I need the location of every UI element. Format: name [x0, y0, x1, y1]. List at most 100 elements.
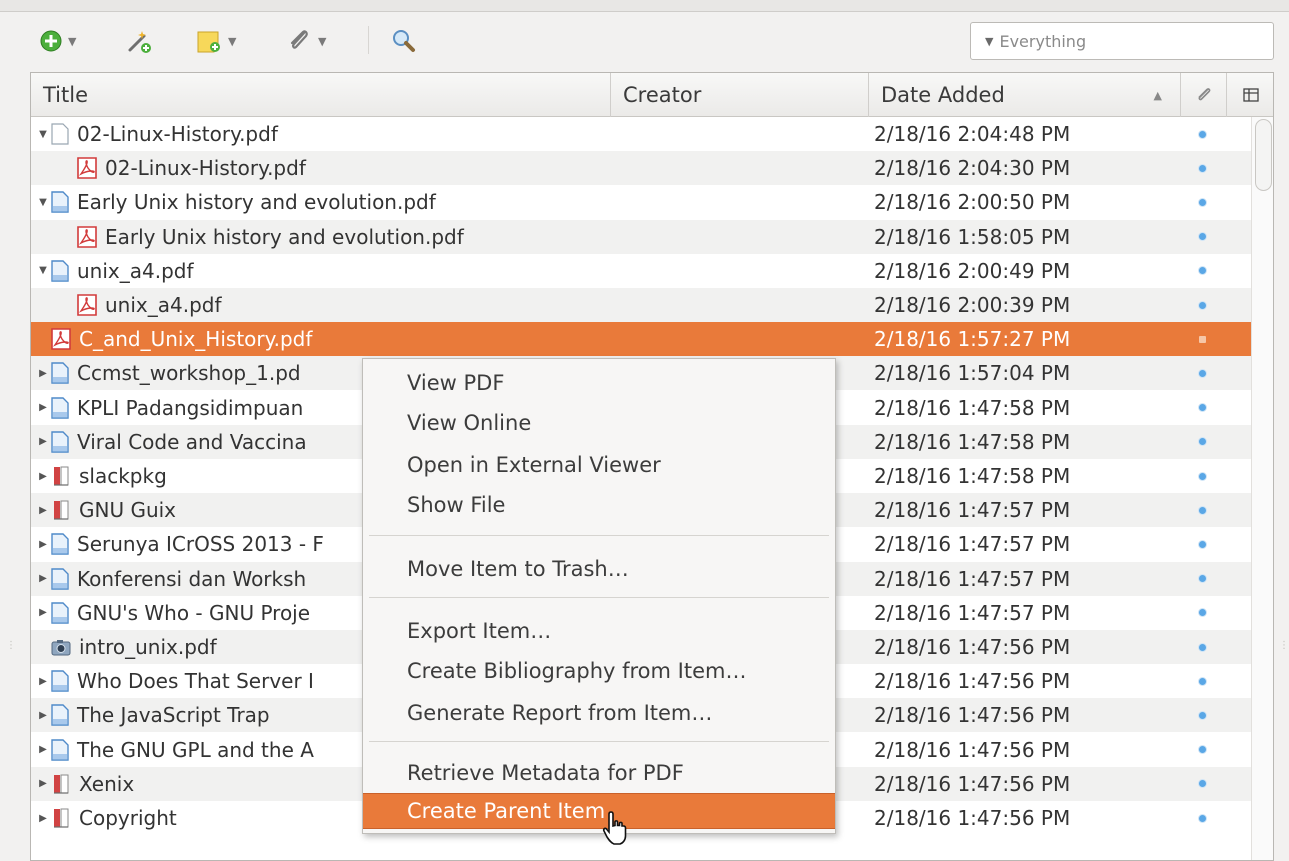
twisty-collapsed-icon[interactable]: ▶ [35, 573, 51, 584]
table-row[interactable]: Early Unix history and evolution.pdf 2/18… [31, 219, 1251, 254]
table-row[interactable]: ▼ Early Unix history and evolution.pdf 2/1… [31, 185, 1251, 219]
menu-item-create-bibliography[interactable]: Create Bibliography from Item… [363, 653, 835, 689]
column-header-creator[interactable]: Creator [611, 73, 869, 117]
row-attachment-cell [1195, 767, 1209, 801]
menu-item-retrieve-metadata[interactable]: Retrieve Metadata for PDF [363, 755, 835, 791]
twisty-collapsed-icon[interactable]: ▶ [35, 744, 51, 755]
paperclip-icon [290, 30, 308, 49]
row-title-text: Early Unix history and evolution.pdf [77, 190, 436, 215]
row-date-added: 2/18/16 1:47:57 PM [874, 498, 1071, 523]
twisty-collapsed-icon[interactable]: ▶ [35, 368, 51, 379]
menu-item-export-item[interactable]: Export Item… [363, 613, 835, 649]
twisty-collapsed-icon[interactable]: ▶ [35, 710, 51, 721]
document-icon [51, 362, 69, 384]
twisty-collapsed-icon[interactable]: ▶ [35, 539, 51, 550]
vertical-scrollbar[interactable] [1251, 117, 1273, 860]
menu-item-view-pdf[interactable]: View PDF [363, 365, 835, 401]
twisty-collapsed-icon[interactable]: ▶ [35, 676, 51, 687]
menu-item-open-external-viewer[interactable]: Open in External Viewer [363, 447, 835, 483]
menu-item-show-file[interactable]: Show File [363, 487, 835, 523]
row-attachment-cell [1195, 254, 1209, 288]
row-title-cell: 02-Linux-History.pdf [77, 151, 306, 185]
menu-item-view-online[interactable]: View Online [363, 405, 835, 441]
row-title-text: unix_a4.pdf [77, 258, 194, 283]
row-title-cell: ▼ Early Unix history and evolution.pdf [35, 185, 436, 219]
row-attachment-cell [1195, 220, 1209, 254]
table-row[interactable]: ▼ unix_a4.pdf 2/18/16 2:00:49 PM [31, 254, 1251, 288]
table-row[interactable]: C_and_Unix_History.pdf 2/18/16 1:57:27 PM [31, 322, 1251, 357]
document-icon [51, 191, 69, 213]
row-date-added: 2/18/16 1:47:58 PM [874, 395, 1071, 420]
row-title-text: The GNU GPL and the A [77, 737, 314, 762]
twisty-collapsed-icon[interactable]: ▶ [35, 471, 51, 482]
twisty-collapsed-icon[interactable]: ▶ [35, 778, 51, 789]
row-date-added: 2/18/16 1:47:58 PM [874, 429, 1071, 454]
attachment-status-icon [1198, 711, 1206, 719]
image-attachment-icon [51, 637, 71, 657]
twisty-expanded-icon[interactable]: ▼ [35, 197, 51, 208]
table-row[interactable]: 02-Linux-History.pdf 2/18/16 2:04:30 PM [31, 151, 1251, 186]
search-mode-input[interactable]: ▼ Everything [970, 22, 1274, 60]
row-date-added: 2/18/16 1:57:27 PM [874, 327, 1071, 352]
document-icon [51, 670, 69, 692]
twisty-expanded-icon[interactable]: ▼ [35, 129, 51, 140]
add-by-identifier-button[interactable] [126, 24, 152, 58]
column-header-title[interactable]: Title [31, 73, 611, 117]
menu-separator [369, 535, 829, 536]
advanced-search-button[interactable] [392, 24, 416, 58]
book-icon [51, 465, 71, 487]
row-title-cell: ▶ Ccmst_workshop_1.pd [35, 356, 301, 390]
attachment-status-icon [1198, 198, 1206, 206]
column-header-date-added[interactable]: Date Added ▲ [869, 73, 1181, 117]
row-title-cell: ▼ 02-Linux-History.pdf [35, 117, 278, 151]
twisty-collapsed-icon[interactable]: ▶ [35, 505, 51, 516]
row-date-added: 2/18/16 1:47:56 PM [874, 771, 1071, 796]
row-date-added: 2/18/16 1:47:56 PM [874, 703, 1071, 728]
row-date-added: 2/18/16 1:47:56 PM [874, 669, 1071, 694]
menu-item-generate-report[interactable]: Generate Report from Item… [363, 695, 835, 731]
row-title-text: Ccmst_workshop_1.pd [77, 361, 301, 386]
table-row[interactable]: unix_a4.pdf 2/18/16 2:00:39 PM [31, 288, 1251, 322]
row-title-text: Copyright [79, 806, 177, 830]
column-picker-button[interactable] [1227, 73, 1273, 117]
menu-item-create-parent-item[interactable]: Create Parent Item [363, 793, 835, 829]
row-date-added: 2/18/16 2:00:39 PM [874, 293, 1071, 317]
menu-item-move-to-trash[interactable]: Move Item to Trash… [363, 551, 835, 587]
menu-separator [369, 741, 829, 742]
scrollbar-thumb[interactable] [1255, 119, 1272, 191]
row-date-added: 2/18/16 1:57:04 PM [874, 361, 1071, 386]
row-attachment-cell [1195, 664, 1209, 698]
twisty-expanded-icon[interactable]: ▼ [35, 265, 51, 276]
row-title-text: 02-Linux-History.pdf [77, 122, 278, 146]
pane-resize-grip-right[interactable]: ⋮ [1279, 640, 1289, 651]
toolbar-separator [368, 26, 369, 54]
twisty-collapsed-icon[interactable]: ▶ [35, 402, 51, 413]
row-attachment-cell [1195, 356, 1209, 390]
table-row[interactable]: ▼ 02-Linux-History.pdf 2/18/16 2:04:48 PM [31, 117, 1251, 151]
column-header-attachments[interactable] [1181, 73, 1227, 117]
twisty-collapsed-icon[interactable]: ▶ [35, 436, 51, 447]
row-attachment-cell [1195, 630, 1209, 664]
book-icon [51, 807, 71, 829]
row-attachment-cell [1195, 562, 1209, 596]
chevron-down-icon: ▼ [318, 34, 327, 48]
row-title-cell: ▶ Viral Code and Vaccina [35, 425, 306, 459]
new-item-button[interactable]: ▼ [40, 24, 76, 58]
pane-resize-grip-left[interactable]: ⋮ [6, 640, 16, 651]
plus-circle-icon [40, 30, 62, 52]
row-title-text: The JavaScript Trap [77, 703, 270, 728]
document-icon [51, 568, 69, 590]
row-title-cell: ▶ Who Does That Server I [35, 664, 314, 698]
row-date-added: 2/18/16 1:47:58 PM [874, 464, 1071, 488]
row-title-text: unix_a4.pdf [105, 293, 222, 317]
row-title-text: C_and_Unix_History.pdf [79, 327, 313, 352]
new-note-button[interactable]: ▼ [196, 24, 236, 58]
twisty-collapsed-icon[interactable]: ▶ [35, 813, 51, 824]
twisty-collapsed-icon[interactable]: ▶ [35, 607, 51, 618]
book-icon [51, 773, 71, 795]
row-date-added: 2/18/16 1:47:56 PM [874, 635, 1071, 659]
add-attachment-button[interactable]: ▼ [286, 24, 326, 58]
row-date-added: 2/18/16 1:47:56 PM [874, 737, 1071, 762]
row-date-added: 2/18/16 2:04:48 PM [874, 122, 1071, 146]
row-title-text: Early Unix history and evolution.pdf [105, 224, 464, 249]
